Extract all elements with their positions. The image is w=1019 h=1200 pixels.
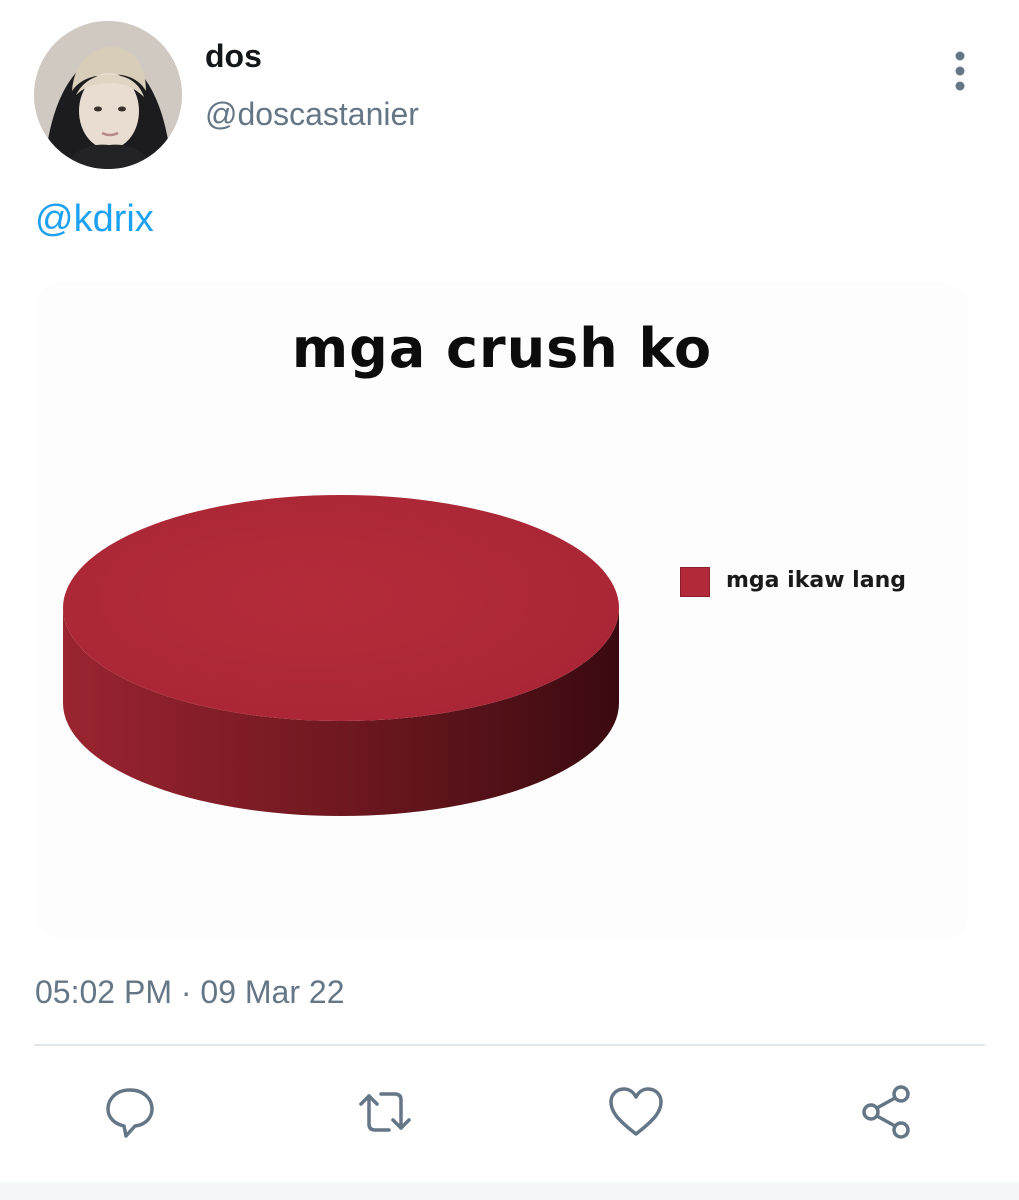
- share-button[interactable]: [855, 1080, 919, 1144]
- display-name[interactable]: dos: [205, 38, 262, 75]
- more-options-button[interactable]: [940, 48, 980, 94]
- retweet-icon: [359, 1092, 411, 1132]
- more-vertical-icon: [955, 51, 965, 91]
- reply-button[interactable]: [98, 1080, 162, 1144]
- user-handle[interactable]: @doscastanier: [205, 96, 419, 133]
- legend-swatch: [680, 567, 710, 597]
- heart-icon: [609, 1087, 663, 1136]
- mention-link[interactable]: @kdrix: [35, 198, 154, 241]
- tweet-image[interactable]: mga crush ko mga ikaw lang: [36, 283, 968, 938]
- retweet-button[interactable]: [353, 1080, 417, 1144]
- divider: [34, 1044, 985, 1046]
- pie-slice-0: [63, 495, 619, 721]
- reply-icon: [106, 1088, 154, 1138]
- bottom-edge: [0, 1182, 1019, 1200]
- tweet-timestamp: 05:02 PM · 09 Mar 22: [35, 974, 345, 1010]
- like-button[interactable]: [604, 1080, 668, 1144]
- share-icon: [862, 1085, 910, 1139]
- pie-chart: [63, 495, 619, 816]
- legend-label: mga ikaw lang: [726, 568, 906, 593]
- avatar[interactable]: [34, 21, 182, 169]
- avatar-photo: [34, 21, 182, 169]
